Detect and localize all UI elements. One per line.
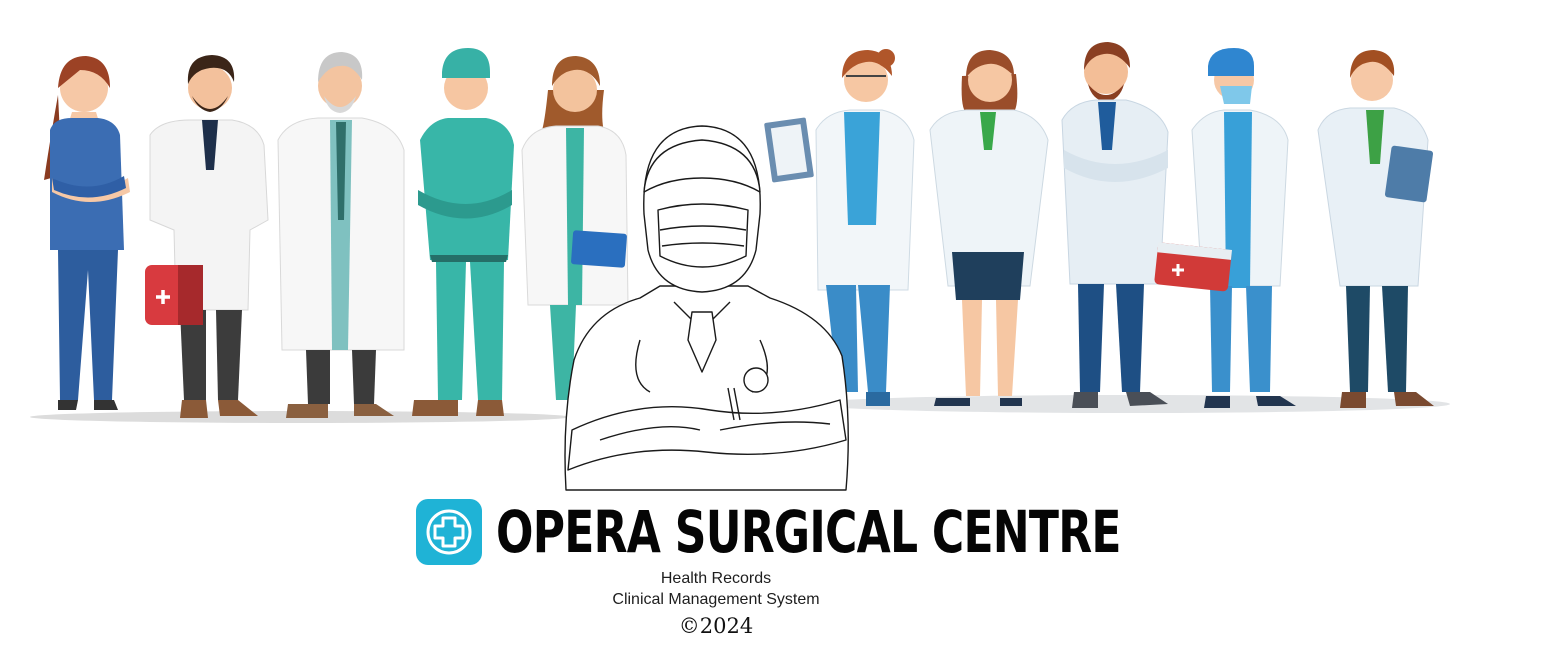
brand-lockup: OPERA SURGICAL CENTRE <box>416 497 1318 567</box>
brand-title: OPERA SURGICAL CENTRE <box>496 498 1122 566</box>
medical-cross-icon <box>416 499 482 565</box>
doctor-female-pen-icon <box>929 50 1049 406</box>
nurse-male-scrubs-icon <box>412 48 514 416</box>
doctor-bearded-icon <box>145 55 269 418</box>
doctor-bearded-arms-crossed-icon <box>1061 42 1169 408</box>
copyright-notice: ©2024 <box>678 614 754 638</box>
subtitle-clinical-management: Clinical Management System <box>612 591 820 608</box>
subtitle-health-records: Health Records <box>660 570 772 587</box>
nurse-female-icon <box>44 56 130 410</box>
doctor-male-clipboard-icon <box>1317 50 1434 408</box>
surgeon-masked-icon <box>1154 48 1296 408</box>
doctor-senior-icon <box>277 52 405 418</box>
